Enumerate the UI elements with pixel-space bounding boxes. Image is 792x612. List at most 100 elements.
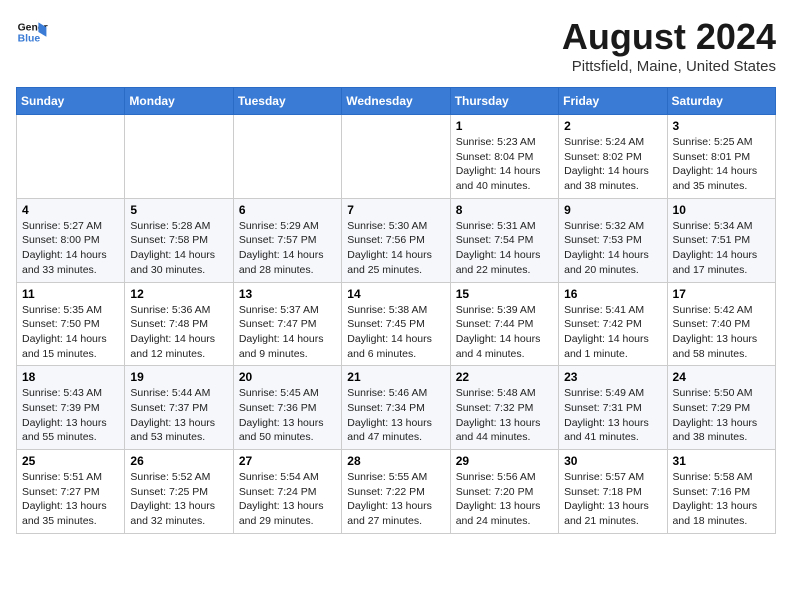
day-info: Sunrise: 5:52 AM Sunset: 7:25 PM Dayligh… xyxy=(130,470,227,529)
calendar-cell: 4 Sunrise: 5:27 AM Sunset: 8:00 PM Daylig… xyxy=(17,198,125,282)
week-row-1: 1 Sunrise: 5:23 AM Sunset: 8:04 PM Daylig… xyxy=(17,115,776,199)
calendar-cell xyxy=(233,115,341,199)
day-info: Sunrise: 5:56 AM Sunset: 7:20 PM Dayligh… xyxy=(456,470,553,529)
calendar-cell: 17 Sunrise: 5:42 AM Sunset: 7:40 PM Dayli… xyxy=(667,282,775,366)
calendar-cell: 14Sunrise: 5:38 AM Sunset: 7:45 PM Dayli… xyxy=(342,282,450,366)
day-number: 7 xyxy=(347,203,444,217)
day-info: Sunrise: 5:42 AM Sunset: 7:40 PM Dayligh… xyxy=(673,303,770,362)
day-number: 5 xyxy=(130,203,227,217)
day-number: 1 xyxy=(456,119,553,133)
day-number: 27 xyxy=(239,454,336,468)
day-info: Sunrise: 5:50 AM Sunset: 7:29 PM Dayligh… xyxy=(673,386,770,445)
logo: General Blue xyxy=(16,16,48,48)
day-info: Sunrise: 5:48 AM Sunset: 7:32 PM Dayligh… xyxy=(456,386,553,445)
day-number: 9 xyxy=(564,203,661,217)
day-info: Sunrise: 5:58 AM Sunset: 7:16 PM Dayligh… xyxy=(673,470,770,529)
weekday-header-row: SundayMondayTuesdayWednesdayThursdayFrid… xyxy=(17,88,776,115)
calendar-cell: 13Sunrise: 5:37 AM Sunset: 7:47 PM Dayli… xyxy=(233,282,341,366)
calendar-cell: 9 Sunrise: 5:32 AM Sunset: 7:53 PM Daylig… xyxy=(559,198,667,282)
calendar-cell xyxy=(17,115,125,199)
day-info: Sunrise: 5:36 AM Sunset: 7:48 PM Dayligh… xyxy=(130,303,227,362)
calendar-cell: 26Sunrise: 5:52 AM Sunset: 7:25 PM Dayli… xyxy=(125,450,233,534)
day-number: 19 xyxy=(130,370,227,384)
day-info: Sunrise: 5:46 AM Sunset: 7:34 PM Dayligh… xyxy=(347,386,444,445)
weekday-header-friday: Friday xyxy=(559,88,667,115)
calendar-cell: 31 Sunrise: 5:58 AM Sunset: 7:16 PM Dayli… xyxy=(667,450,775,534)
weekday-header-tuesday: Tuesday xyxy=(233,88,341,115)
calendar-cell: 11 Sunrise: 5:35 AM Sunset: 7:50 PM Dayli… xyxy=(17,282,125,366)
svg-text:Blue: Blue xyxy=(18,34,41,45)
calendar-cell xyxy=(342,115,450,199)
day-number: 10 xyxy=(673,203,770,217)
day-info: Sunrise: 5:25 AM Sunset: 8:01 PM Dayligh… xyxy=(673,135,770,194)
day-number: 12 xyxy=(130,287,227,301)
calendar-cell: 15Sunrise: 5:39 AM Sunset: 7:44 PM Dayli… xyxy=(450,282,558,366)
day-info: Sunrise: 5:23 AM Sunset: 8:04 PM Dayligh… xyxy=(456,135,553,194)
calendar-table: SundayMondayTuesdayWednesdayThursdayFrid… xyxy=(16,87,776,534)
calendar-cell: 1 Sunrise: 5:23 AM Sunset: 8:04 PM Daylig… xyxy=(450,115,558,199)
month-year-title: August 2024 xyxy=(562,16,776,58)
day-info: Sunrise: 5:49 AM Sunset: 7:31 PM Dayligh… xyxy=(564,386,661,445)
day-number: 24 xyxy=(673,370,770,384)
calendar-cell: 2 Sunrise: 5:24 AM Sunset: 8:02 PM Daylig… xyxy=(559,115,667,199)
day-number: 28 xyxy=(347,454,444,468)
week-row-2: 4 Sunrise: 5:27 AM Sunset: 8:00 PM Daylig… xyxy=(17,198,776,282)
day-number: 29 xyxy=(456,454,553,468)
calendar-cell: 3 Sunrise: 5:25 AM Sunset: 8:01 PM Daylig… xyxy=(667,115,775,199)
day-number: 21 xyxy=(347,370,444,384)
day-info: Sunrise: 5:29 AM Sunset: 7:57 PM Dayligh… xyxy=(239,219,336,278)
day-info: Sunrise: 5:27 AM Sunset: 8:00 PM Dayligh… xyxy=(22,219,119,278)
calendar-cell: 22Sunrise: 5:48 AM Sunset: 7:32 PM Dayli… xyxy=(450,366,558,450)
week-row-4: 18 Sunrise: 5:43 AM Sunset: 7:39 PM Dayli… xyxy=(17,366,776,450)
day-number: 2 xyxy=(564,119,661,133)
calendar-cell: 8 Sunrise: 5:31 AM Sunset: 7:54 PM Daylig… xyxy=(450,198,558,282)
day-number: 18 xyxy=(22,370,119,384)
day-info: Sunrise: 5:24 AM Sunset: 8:02 PM Dayligh… xyxy=(564,135,661,194)
day-info: Sunrise: 5:32 AM Sunset: 7:53 PM Dayligh… xyxy=(564,219,661,278)
day-info: Sunrise: 5:41 AM Sunset: 7:42 PM Dayligh… xyxy=(564,303,661,362)
day-number: 23 xyxy=(564,370,661,384)
day-info: Sunrise: 5:45 AM Sunset: 7:36 PM Dayligh… xyxy=(239,386,336,445)
calendar-cell: 21 Sunrise: 5:46 AM Sunset: 7:34 PM Dayli… xyxy=(342,366,450,450)
day-number: 20 xyxy=(239,370,336,384)
week-row-3: 11 Sunrise: 5:35 AM Sunset: 7:50 PM Dayli… xyxy=(17,282,776,366)
day-number: 25 xyxy=(22,454,119,468)
day-number: 11 xyxy=(22,287,119,301)
day-info: Sunrise: 5:57 AM Sunset: 7:18 PM Dayligh… xyxy=(564,470,661,529)
day-info: Sunrise: 5:38 AM Sunset: 7:45 PM Dayligh… xyxy=(347,303,444,362)
day-info: Sunrise: 5:43 AM Sunset: 7:39 PM Dayligh… xyxy=(22,386,119,445)
day-number: 3 xyxy=(673,119,770,133)
day-info: Sunrise: 5:51 AM Sunset: 7:27 PM Dayligh… xyxy=(22,470,119,529)
day-info: Sunrise: 5:55 AM Sunset: 7:22 PM Dayligh… xyxy=(347,470,444,529)
day-number: 8 xyxy=(456,203,553,217)
day-info: Sunrise: 5:31 AM Sunset: 7:54 PM Dayligh… xyxy=(456,219,553,278)
logo-icon: General Blue xyxy=(16,16,48,48)
day-info: Sunrise: 5:44 AM Sunset: 7:37 PM Dayligh… xyxy=(130,386,227,445)
weekday-header-thursday: Thursday xyxy=(450,88,558,115)
calendar-cell: 25 Sunrise: 5:51 AM Sunset: 7:27 PM Dayli… xyxy=(17,450,125,534)
calendar-cell: 24 Sunrise: 5:50 AM Sunset: 7:29 PM Dayli… xyxy=(667,366,775,450)
page-header: General Blue August 2024 Pittsfield, Mai… xyxy=(16,16,776,75)
calendar-cell: 20 Sunrise: 5:45 AM Sunset: 7:36 PM Dayli… xyxy=(233,366,341,450)
week-row-5: 25 Sunrise: 5:51 AM Sunset: 7:27 PM Dayli… xyxy=(17,450,776,534)
calendar-cell: 30Sunrise: 5:57 AM Sunset: 7:18 PM Dayli… xyxy=(559,450,667,534)
day-info: Sunrise: 5:54 AM Sunset: 7:24 PM Dayligh… xyxy=(239,470,336,529)
calendar-cell: 12 Sunrise: 5:36 AM Sunset: 7:48 PM Dayli… xyxy=(125,282,233,366)
calendar-cell: 16Sunrise: 5:41 AM Sunset: 7:42 PM Dayli… xyxy=(559,282,667,366)
calendar-cell: 29 Sunrise: 5:56 AM Sunset: 7:20 PM Dayli… xyxy=(450,450,558,534)
weekday-header-wednesday: Wednesday xyxy=(342,88,450,115)
day-number: 31 xyxy=(673,454,770,468)
calendar-cell: 28 Sunrise: 5:55 AM Sunset: 7:22 PM Dayli… xyxy=(342,450,450,534)
day-info: Sunrise: 5:39 AM Sunset: 7:44 PM Dayligh… xyxy=(456,303,553,362)
title-area: August 2024 Pittsfield, Maine, United St… xyxy=(562,16,776,75)
weekday-header-saturday: Saturday xyxy=(667,88,775,115)
calendar-cell: 5Sunrise: 5:28 AM Sunset: 7:58 PM Daylig… xyxy=(125,198,233,282)
calendar-cell: 23 Sunrise: 5:49 AM Sunset: 7:31 PM Dayli… xyxy=(559,366,667,450)
day-number: 4 xyxy=(22,203,119,217)
day-number: 6 xyxy=(239,203,336,217)
calendar-cell: 18 Sunrise: 5:43 AM Sunset: 7:39 PM Dayli… xyxy=(17,366,125,450)
day-info: Sunrise: 5:35 AM Sunset: 7:50 PM Dayligh… xyxy=(22,303,119,362)
calendar-cell xyxy=(125,115,233,199)
calendar-cell: 6 Sunrise: 5:29 AM Sunset: 7:57 PM Daylig… xyxy=(233,198,341,282)
day-number: 17 xyxy=(673,287,770,301)
